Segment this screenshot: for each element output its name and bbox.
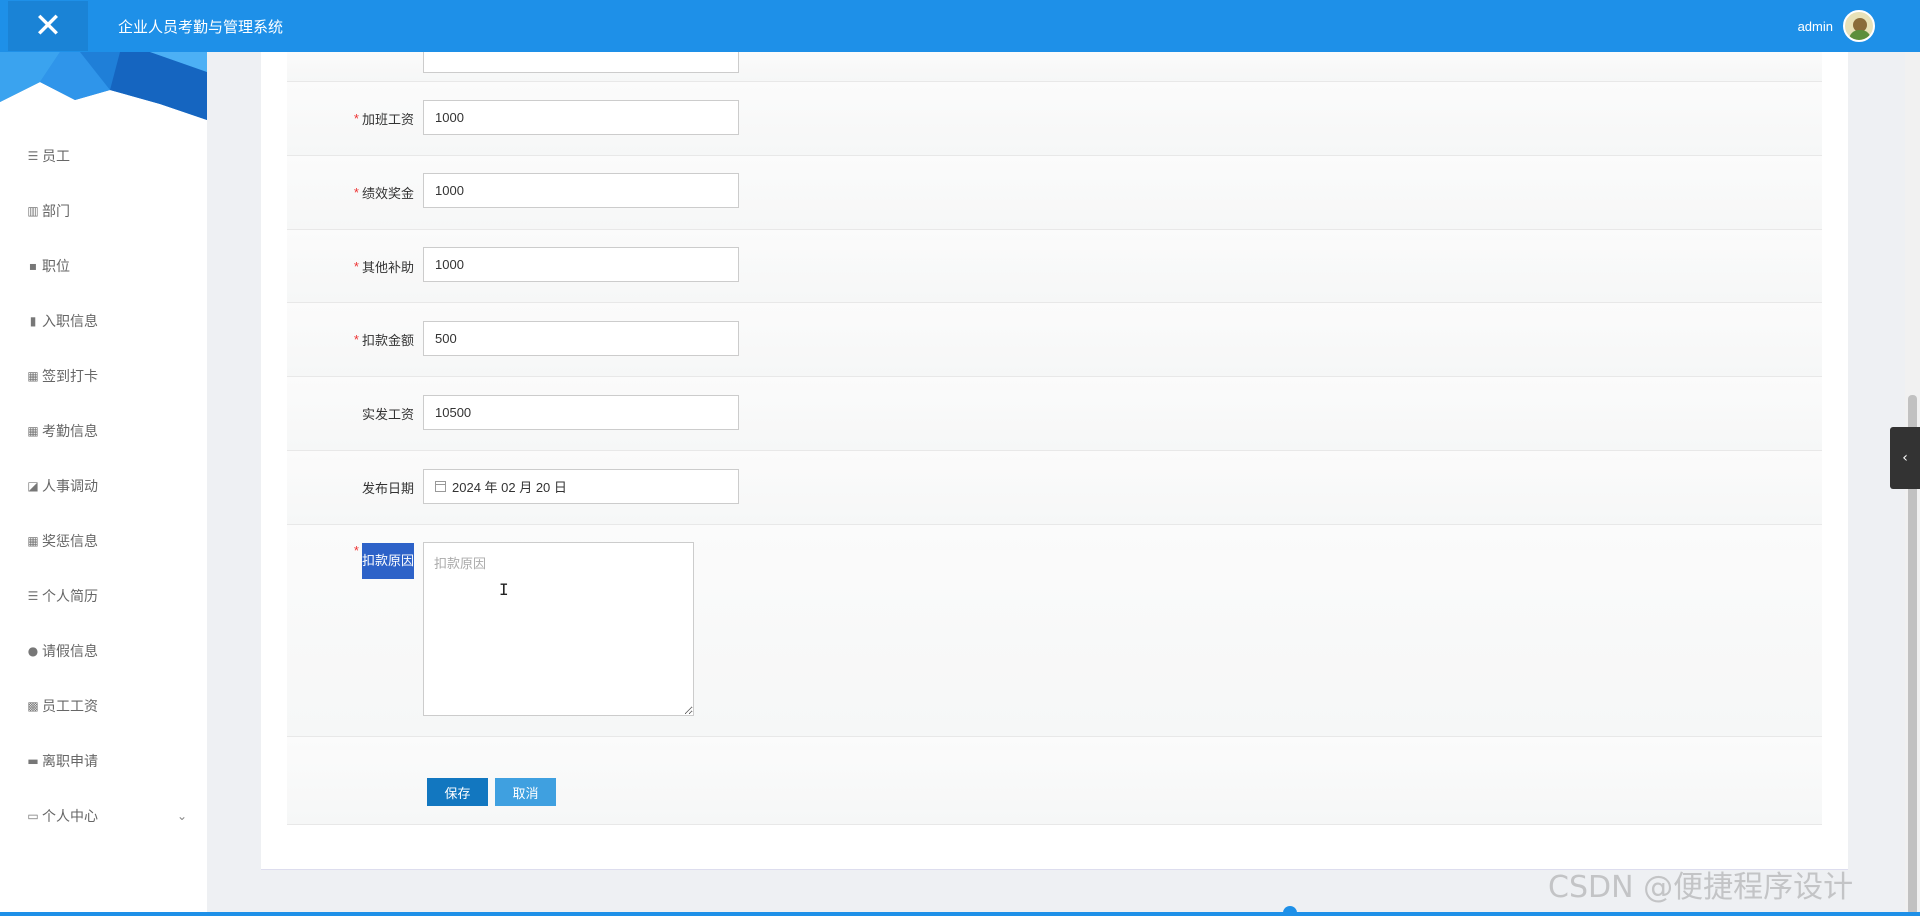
date-value: 2024 年 02 月 20 日 xyxy=(452,480,567,495)
reason-textarea[interactable] xyxy=(423,542,694,716)
bottom-line xyxy=(0,912,1920,916)
date-label: 发布日期 xyxy=(362,451,414,524)
sidebar-item-position[interactable]: ▪ 职位 xyxy=(0,238,207,293)
form-row-overtime: * 加班工资 xyxy=(287,82,1822,156)
user-icon: ● xyxy=(27,643,39,658)
required-mark: * xyxy=(353,111,359,126)
overtime-label: * 加班工资 xyxy=(354,82,414,155)
sidebar-item-reward[interactable]: ▦ 奖惩信息 xyxy=(0,513,207,568)
deduction-label: * 扣款金额 xyxy=(354,303,414,376)
sidebar-item-label: 员工 xyxy=(42,147,70,164)
date-label-text: 发布日期 xyxy=(361,481,414,496)
sidebar-item-label: 个人简历 xyxy=(42,587,98,604)
bar-chart-icon: ▮ xyxy=(29,313,37,328)
reason-label: * 扣款原因 xyxy=(354,525,414,736)
chevron-left-icon: ‹ xyxy=(1902,450,1908,466)
sidebar-item-label: 签到打卡 xyxy=(42,367,98,384)
sidebar-item-label: 部门 xyxy=(42,202,70,219)
comment-icon: ▪ xyxy=(28,258,38,273)
form-row-reason: * 扣款原因 xyxy=(287,525,1822,737)
form-row-deduction: * 扣款金额 xyxy=(287,303,1822,377)
sidebar-item-label: 请假信息 xyxy=(42,642,98,659)
username[interactable]: admin xyxy=(1798,19,1833,34)
grid-icon: ▦ xyxy=(27,368,39,383)
sidebar-item-resume[interactable]: ☰ 个人简历 xyxy=(0,568,207,623)
date-picker[interactable]: 2024 年 02 月 20 日 xyxy=(423,469,739,504)
list-icon: ☰ xyxy=(27,148,39,163)
calendar-icon xyxy=(435,481,446,492)
sidebar-item-label: 职位 xyxy=(42,257,70,274)
bonus-label-text: 绩效奖金 xyxy=(361,186,414,201)
allowance-label: * 其他补助 xyxy=(354,230,414,302)
reason-label-text: 扣款原因 xyxy=(361,543,414,579)
net-salary-label-text: 实发工资 xyxy=(361,407,414,422)
sidebar-item-label: 入职信息 xyxy=(42,312,98,329)
sidebar-item-label: 奖惩信息 xyxy=(42,532,98,549)
avatar[interactable] xyxy=(1843,10,1875,42)
card-icon: ▭ xyxy=(27,808,39,823)
text-cursor-icon: I xyxy=(499,580,509,599)
sidebar-item-personal-center[interactable]: ▭ 个人中心 ⌄ xyxy=(0,788,207,843)
form-row-date: 发布日期 2024 年 02 月 20 日 xyxy=(287,451,1822,525)
required-mark: * xyxy=(353,258,359,274)
sidebar-item-label: 人事调动 xyxy=(42,477,98,494)
system-title: 企业人员考勤与管理系统 xyxy=(118,18,284,36)
form-row-bonus: * 绩效奖金 xyxy=(287,156,1822,230)
sidebar-item-resignation[interactable]: ▬ 离职申请 xyxy=(0,733,207,788)
sidebar-item-transfer[interactable]: ◪ 人事调动 xyxy=(0,458,207,513)
required-mark: * xyxy=(353,543,359,558)
sidebar: ☰ 员工 ▥ 部门 ▪ 职位 ▮ 入职信息 ▦ 签到打卡 ▦ 考勤信息 ◪ 人事调动 ▦ 奖惩信… xyxy=(0,52,207,916)
watermark: CSDN @便捷程序设计 xyxy=(1548,870,1854,905)
user-area[interactable]: admin xyxy=(1798,10,1875,42)
save-button[interactable]: 保存 xyxy=(427,778,488,806)
sidebar-item-checkin[interactable]: ▦ 签到打卡 xyxy=(0,348,207,403)
sidebar-item-label: 考勤信息 xyxy=(42,422,98,439)
apps-icon: ▩ xyxy=(27,698,39,713)
sidebar-item-employee[interactable]: ☰ 员工 xyxy=(0,128,207,183)
overtime-input[interactable] xyxy=(423,100,739,135)
net-salary-input[interactable] xyxy=(423,395,739,430)
grid-icon: ▦ xyxy=(27,423,39,438)
top-bar: ✕ 企业人员考勤与管理系统 admin xyxy=(0,0,1920,52)
allowance-label-text: 其他补助 xyxy=(361,259,414,275)
form-row-partial xyxy=(287,38,1822,82)
grid-icon: ▦ xyxy=(27,533,39,548)
sidebar-item-onboarding[interactable]: ▮ 入职信息 xyxy=(0,293,207,348)
sidebar-item-label: 员工工资 xyxy=(42,697,98,714)
net-salary-label: 实发工资 xyxy=(362,377,414,450)
collapse-tab[interactable]: ‹ xyxy=(1890,427,1920,489)
chevron-down-icon: ⌄ xyxy=(176,808,187,823)
allowance-input[interactable] xyxy=(423,247,739,282)
deduction-input[interactable] xyxy=(423,321,739,356)
close-icon[interactable]: ✕ xyxy=(8,1,88,51)
sidebar-item-leave[interactable]: ● 请假信息 xyxy=(0,623,207,678)
overtime-label-text: 加班工资 xyxy=(361,112,414,127)
sidebar-item-label: 离职申请 xyxy=(42,752,98,769)
building-icon: ▥ xyxy=(27,203,39,218)
bonus-label: * 绩效奖金 xyxy=(354,156,414,229)
required-mark: * xyxy=(353,332,359,347)
cancel-button[interactable]: 取消 xyxy=(495,778,556,806)
list-icon: ☰ xyxy=(27,588,39,603)
sidebar-item-attendance[interactable]: ▦ 考勤信息 xyxy=(0,403,207,458)
bonus-input[interactable] xyxy=(423,173,739,208)
sidebar-banner xyxy=(0,52,207,120)
sidebar-item-salary[interactable]: ▩ 员工工资 xyxy=(0,678,207,733)
deduction-label-text: 扣款金额 xyxy=(361,333,414,348)
area-chart-icon: ◪ xyxy=(27,478,39,493)
sidebar-item-label: 个人中心 xyxy=(42,807,98,824)
form-row-allowance: * 其他补助 xyxy=(287,230,1822,303)
sidebar-item-department[interactable]: ▥ 部门 xyxy=(0,183,207,238)
form-row-net-salary: 实发工资 xyxy=(287,377,1822,451)
print-icon: ▬ xyxy=(27,753,39,768)
bottom-dot xyxy=(1283,906,1297,916)
sidebar-menu: ☰ 员工 ▥ 部门 ▪ 职位 ▮ 入职信息 ▦ 签到打卡 ▦ 考勤信息 ◪ 人事调动 ▦ 奖惩信… xyxy=(0,128,207,843)
required-mark: * xyxy=(353,185,359,200)
